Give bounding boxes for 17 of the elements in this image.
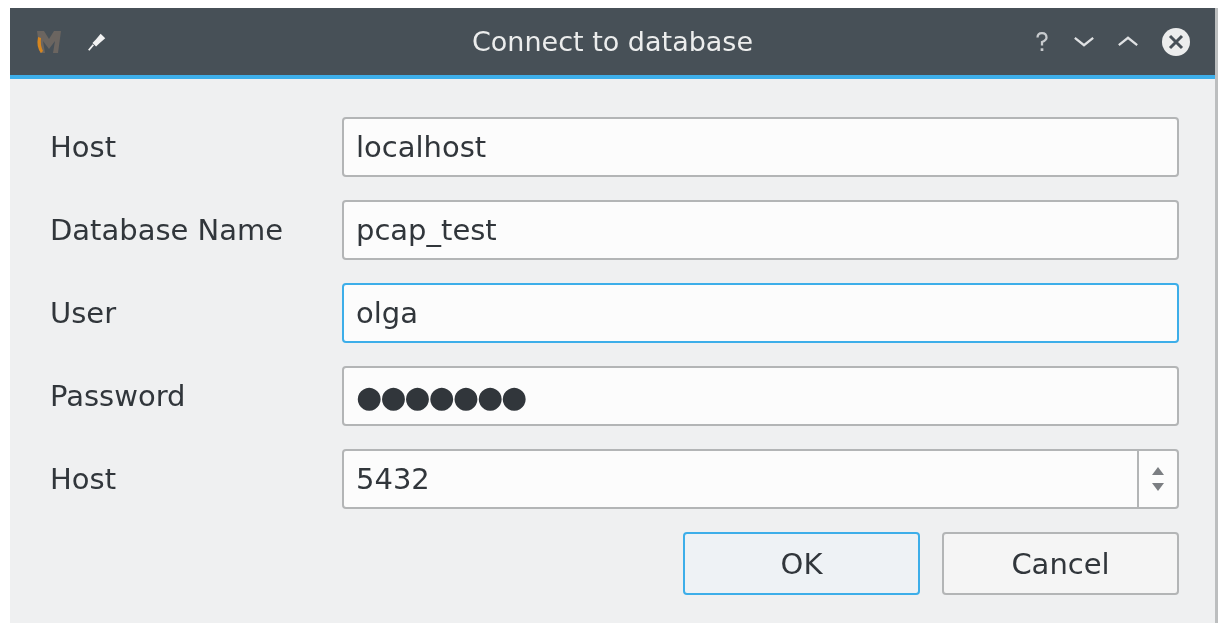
text-field[interactable]: olga [342,283,1179,343]
minimize-icon[interactable] [1073,35,1095,48]
field-label: Database Name [50,213,285,247]
dialog-button[interactable]: OK [683,532,920,595]
text-field[interactable]: pcap_test [342,200,1179,260]
maximize-icon[interactable] [1117,35,1139,48]
close-icon[interactable] [1161,26,1191,57]
field-label: Password [50,379,187,413]
field-label: Host [50,130,118,164]
help-icon[interactable] [1033,29,1051,54]
spin-box[interactable]: 5432 [342,449,1179,509]
field-label: Host [50,462,118,496]
window-title: Connect to database [470,26,755,57]
password-field[interactable]: ●●●●●●● [342,366,1179,426]
dialog-button[interactable]: Cancel [942,532,1179,595]
text-field[interactable]: localhost [342,117,1179,177]
field-label: User [50,296,118,330]
